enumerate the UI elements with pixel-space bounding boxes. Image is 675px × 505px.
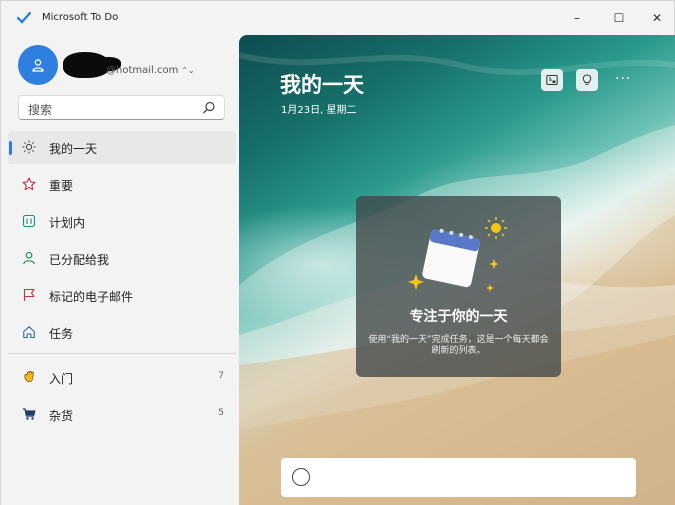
- nav-item-important[interactable]: 重要: [8, 168, 236, 201]
- search-icon: [203, 101, 215, 114]
- lightbulb-icon: [582, 74, 592, 85]
- search-input[interactable]: 搜索: [18, 95, 225, 120]
- window-title: Microsoft To Do: [42, 12, 119, 23]
- avatar[interactable]: [18, 45, 58, 85]
- page-title: 我的一天: [280, 73, 364, 97]
- nav-label: 任务: [49, 327, 74, 341]
- card-description: 使用“我的一天”完成任务，这是一个每天都会刷新的列表。: [368, 335, 549, 356]
- list-count: 7: [218, 371, 224, 381]
- focus-card: 专注于你的一天 使用“我的一天”完成任务，这是一个每天都会刷新的列表。: [356, 196, 561, 377]
- sun-icon: [22, 140, 36, 154]
- maximize-button[interactable]: ☐: [599, 1, 639, 35]
- todo-logo-icon: [17, 12, 31, 24]
- list-label: 入门: [49, 372, 74, 386]
- nav-label: 标记的电子邮件: [49, 290, 134, 304]
- email-text: @hotmail.com: [106, 65, 179, 76]
- page-date: 1月23日, 星期二: [281, 105, 357, 116]
- nav-label: 计划内: [49, 216, 86, 230]
- nav-label: 已分配给我: [49, 253, 110, 267]
- app-window: Microsoft To Do – ☐ ✕ @hotmail.com⌃⌄ 搜索: [0, 0, 675, 505]
- nav-item-my-day[interactable]: 我的一天: [8, 131, 236, 164]
- background-button[interactable]: [541, 69, 563, 91]
- list-item-groceries[interactable]: 杂货 5: [8, 398, 236, 431]
- more-options-button[interactable]: ···: [615, 71, 631, 87]
- list-item-getting-started[interactable]: 入门 7: [8, 361, 236, 394]
- cart-icon: [23, 408, 36, 420]
- nav-item-planned[interactable]: 计划内: [8, 205, 236, 238]
- add-task-input[interactable]: [281, 458, 636, 497]
- wave-hand-icon: [24, 370, 34, 383]
- account-email[interactable]: @hotmail.com ⌃⌄: [106, 65, 195, 76]
- user-icon: [32, 59, 44, 72]
- suggestions-button[interactable]: [576, 69, 598, 91]
- close-button[interactable]: ✕: [637, 1, 675, 35]
- card-title: 专注于你的一天: [409, 309, 508, 325]
- active-indicator: [9, 141, 12, 155]
- nav-item-tasks[interactable]: 任务: [8, 316, 236, 349]
- person-icon: [23, 251, 35, 265]
- list-count: 5: [218, 408, 224, 418]
- star-icon: [22, 177, 36, 191]
- calendar-illustration-icon: [408, 217, 507, 292]
- sidebar-divider: [8, 353, 236, 354]
- sidebar: @hotmail.com ⌃⌄ 搜索 我的一天 重要 计划内 已分配给我 标记的…: [1, 35, 239, 505]
- nav-label: 我的一天: [49, 142, 98, 156]
- home-icon: [23, 326, 35, 339]
- image-icon: [546, 75, 558, 85]
- minimize-button[interactable]: –: [557, 1, 597, 35]
- flag-icon: [23, 288, 35, 301]
- task-circle-icon: [292, 468, 310, 486]
- calendar-icon: [22, 214, 36, 228]
- nav-label: 重要: [49, 179, 74, 193]
- my-day-panel: 我的一天 1月23日, 星期二 ··· 专注于你的一天 使用“我的一天”完成任务…: [239, 35, 675, 505]
- list-label: 杂货: [49, 409, 74, 423]
- nav-item-assigned[interactable]: 已分配给我: [8, 242, 236, 275]
- chevron-updown-icon: ⌃⌄: [181, 66, 195, 75]
- title-bar: Microsoft To Do – ☐ ✕: [1, 1, 674, 35]
- nav-item-flagged-email[interactable]: 标记的电子邮件: [8, 279, 236, 312]
- search-placeholder: 搜索: [28, 103, 53, 117]
